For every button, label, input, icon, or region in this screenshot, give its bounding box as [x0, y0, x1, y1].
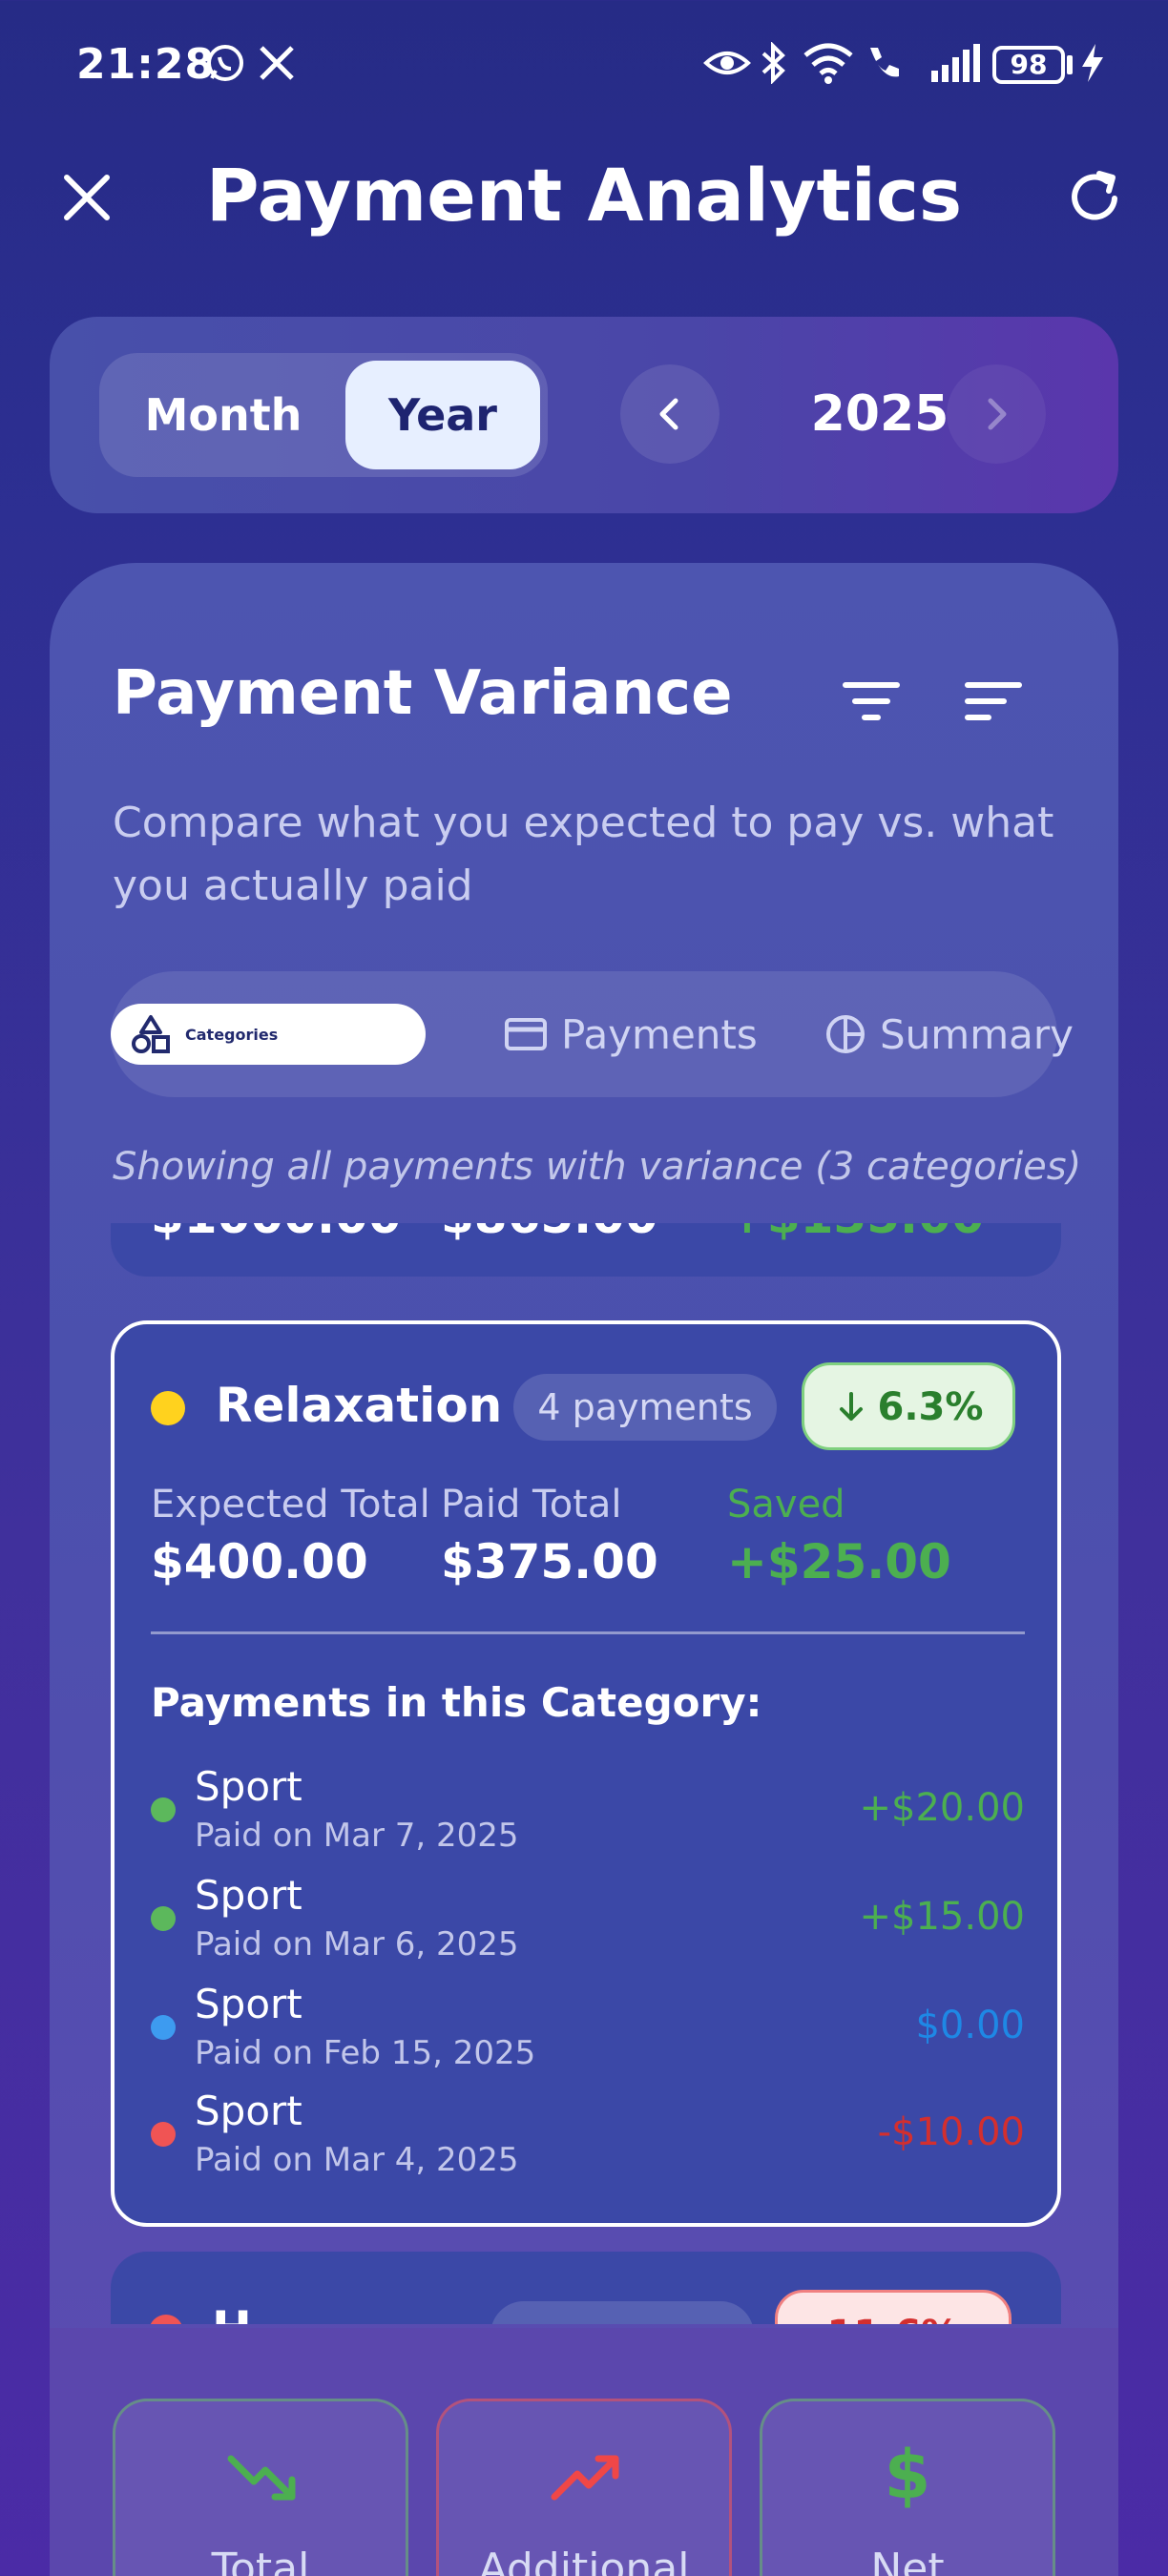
status-dot: [151, 1906, 176, 1931]
signal-icon: [931, 44, 980, 82]
payment-date: Paid on Feb 15, 2025: [195, 2034, 536, 2072]
summary-label: Total: [211, 2545, 310, 2576]
payment-name: Sport: [195, 1872, 302, 1919]
variance-percent-text: 6.3%: [877, 1385, 984, 1429]
summary-label: Net: [870, 2545, 945, 2576]
category-list[interactable]: $1000.00 $865.00 +$135.00 Relaxation 4 p…: [111, 1223, 1061, 2324]
bluetooth-icon: [761, 42, 785, 84]
total-summary-card[interactable]: Total: [113, 2399, 408, 2576]
whatsapp-icon: [207, 45, 243, 81]
category-card-previous[interactable]: $1000.00 $865.00 +$135.00: [111, 1223, 1061, 1277]
next-year-button[interactable]: [947, 364, 1046, 464]
saved-value: +$25.00: [727, 1534, 951, 1589]
payment-count-badge: 4 payments: [513, 1374, 777, 1441]
expected-total-value: $400.00: [151, 1534, 368, 1589]
tab-payments-label: Payments: [561, 1010, 758, 1058]
payment-variance-amount: +$20.00: [859, 1786, 1025, 1830]
charging-icon: [1082, 44, 1103, 82]
page-title: Payment Analytics: [205, 153, 963, 238]
pie-chart-icon: [826, 1015, 865, 1053]
status-dot: [151, 1797, 176, 1822]
dollar-icon: $: [884, 2436, 931, 2514]
payment-row[interactable]: Sport Paid on Feb 15, 2025 $0.00: [151, 1981, 1025, 2088]
additional-summary-card[interactable]: Additional: [436, 2399, 732, 2576]
payment-name: Sport: [195, 1763, 302, 1810]
category-name: Relaxation: [216, 1378, 503, 1433]
expected-total-label: Expected Total: [151, 1483, 430, 1527]
payment-variance-amount: +$15.00: [859, 1895, 1025, 1939]
trending-down-icon: [227, 2455, 296, 2501]
payment-row[interactable]: Sport Paid on Mar 7, 2025 +$20.00: [151, 1763, 1025, 1870]
variance-percent-badge: 6.3%: [802, 1362, 1015, 1450]
tab-categories[interactable]: Categories: [111, 1004, 426, 1065]
variance-subtitle: Compare what you expected to pay vs. wha…: [113, 799, 1054, 910]
status-dot: [151, 2015, 176, 2040]
wifi-call-icon: [870, 48, 899, 77]
period-toggle: Month Year: [99, 353, 548, 477]
payment-date: Paid on Mar 4, 2025: [195, 2141, 519, 2179]
paid-total-label: Paid Total: [441, 1483, 622, 1527]
payment-count-badge: [490, 2301, 754, 2324]
year-toggle-button[interactable]: Year: [345, 361, 540, 469]
category-card-relaxation[interactable]: Relaxation 4 payments 6.3% Expected Tota…: [111, 1320, 1061, 2227]
wifi-icon: [803, 43, 853, 84]
divider: [151, 1631, 1025, 1634]
saved-label: Saved: [727, 1483, 845, 1527]
sort-icon[interactable]: [960, 668, 1027, 735]
refresh-icon[interactable]: [1061, 164, 1128, 231]
category-color-dot: [151, 1391, 185, 1425]
filter-icon[interactable]: [838, 668, 905, 735]
eye-icon: [703, 52, 751, 74]
payment-name: Sport: [195, 1981, 302, 2027]
trending-up-icon: [551, 2455, 619, 2501]
tab-summary-label: Summary: [880, 1010, 1074, 1058]
arrow-down-icon: [839, 1392, 863, 1421]
variance-title: Payment Variance: [113, 658, 733, 729]
net-summary-card[interactable]: $ Net: [760, 2399, 1055, 2576]
credit-card-icon: [505, 1018, 547, 1050]
payment-date: Paid on Mar 6, 2025: [195, 1925, 519, 1963]
payments-heading: Payments in this Category:: [151, 1679, 762, 1726]
status-time: 21:28: [76, 40, 216, 89]
status-dot: [151, 2122, 176, 2147]
prev-expected-value: $1000.00: [151, 1223, 402, 1244]
paid-total-value: $375.00: [441, 1534, 658, 1589]
summary-label: Additional: [478, 2545, 690, 2576]
battery-indicator: 98: [992, 46, 1065, 84]
payment-row[interactable]: Sport Paid on Mar 4, 2025 -$10.00: [151, 2088, 1025, 2194]
showing-caption: Showing all payments with variance (3 ca…: [113, 1145, 1082, 1189]
category-color-dot: [149, 2315, 183, 2324]
shapes-icon: [132, 1015, 170, 1053]
category-name: H: [212, 2301, 252, 2324]
previous-year-button[interactable]: [620, 364, 720, 464]
tab-payments[interactable]: Payments: [504, 971, 758, 1097]
battery-tip: [1067, 55, 1073, 74]
payment-row[interactable]: Sport Paid on Mar 6, 2025 +$15.00: [151, 1872, 1025, 1979]
payment-variance-amount: -$10.00: [877, 2110, 1025, 2154]
variance-tabs: Categories Payments Summary: [111, 971, 1074, 1097]
tab-summary[interactable]: Summary: [824, 971, 1074, 1097]
period-selector: Month Year 2025: [50, 317, 1118, 513]
payment-variance-amount: $0.00: [915, 2004, 1025, 2047]
month-toggle-button[interactable]: Month: [99, 353, 347, 477]
prev-saved-value: +$135.00: [727, 1223, 985, 1244]
payment-date: Paid on Mar 7, 2025: [195, 1817, 519, 1855]
prev-paid-value: $865.00: [441, 1223, 658, 1244]
category-card-next[interactable]: H 11.6%: [111, 2252, 1061, 2324]
payment-name: Sport: [195, 2088, 302, 2134]
tab-categories-label: Categories: [185, 1025, 279, 1044]
variance-percent-badge: 11.6%: [775, 2290, 1012, 2324]
x-logo-icon: [260, 46, 294, 80]
status-bar: 21:28 98: [0, 0, 1168, 134]
